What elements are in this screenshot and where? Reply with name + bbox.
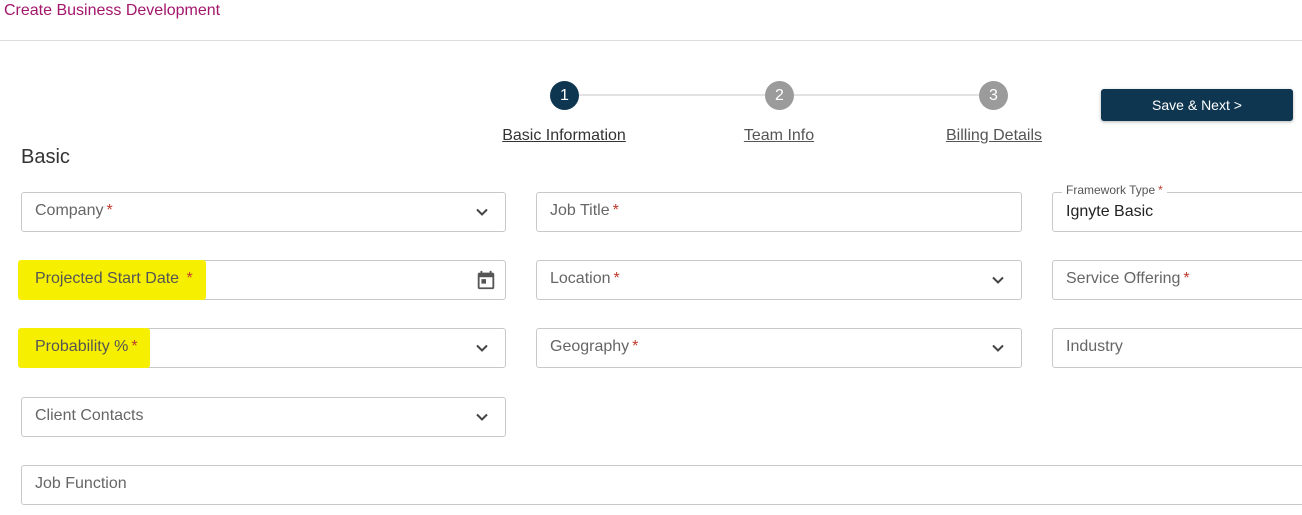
location-select[interactable]: Location * xyxy=(536,260,1022,300)
chevron-down-icon xyxy=(992,276,1004,284)
step-3-label[interactable]: Billing Details xyxy=(946,127,1042,145)
projected-start-date-input[interactable]: Projected Start Date * xyxy=(18,260,506,300)
step-connector-1 xyxy=(579,94,765,96)
job-title-input[interactable]: Job Title * xyxy=(536,192,1022,232)
projected-start-date-placeholder: Projected Start Date * xyxy=(35,270,193,287)
job-function-input[interactable]: Job Function xyxy=(21,465,1302,505)
step-2-indicator[interactable]: 2 xyxy=(765,81,794,110)
client-contacts-placeholder: Client Contacts xyxy=(35,407,144,424)
location-placeholder: Location * xyxy=(550,270,620,287)
step-connector-2 xyxy=(794,94,979,96)
job-title-placeholder: Job Title * xyxy=(550,202,619,219)
framework-type-label: Framework Type * xyxy=(1062,183,1167,197)
chevron-down-icon xyxy=(992,344,1004,352)
client-contacts-select[interactable]: Client Contacts xyxy=(21,397,506,437)
step-3-indicator[interactable]: 3 xyxy=(979,81,1008,110)
geography-placeholder: Geography * xyxy=(550,338,639,355)
header-divider xyxy=(0,40,1302,41)
step-1-label[interactable]: Basic Information xyxy=(502,127,626,145)
chevron-down-icon xyxy=(476,344,488,352)
calendar-icon[interactable] xyxy=(475,269,497,291)
probability-placeholder: Probability % * xyxy=(35,338,138,355)
job-function-placeholder: Job Function xyxy=(35,475,127,492)
step-2-label[interactable]: Team Info xyxy=(744,127,814,145)
save-next-button[interactable]: Save & Next > xyxy=(1101,89,1293,121)
framework-type-field[interactable]: Framework Type * Ignyte Basic xyxy=(1052,183,1302,232)
page-title: Create Business Development xyxy=(4,2,221,19)
chevron-down-icon xyxy=(476,208,488,216)
company-select[interactable]: Company * xyxy=(21,192,506,232)
industry-select[interactable]: Industry xyxy=(1052,328,1302,368)
service-offering-placeholder: Service Offering * xyxy=(1066,270,1190,287)
industry-placeholder: Industry xyxy=(1066,338,1123,355)
framework-type-value: Ignyte Basic xyxy=(1066,203,1154,220)
service-offering-select[interactable]: Service Offering * xyxy=(1052,260,1302,300)
company-placeholder: Company * xyxy=(35,202,113,219)
geography-select[interactable]: Geography * xyxy=(536,328,1022,368)
probability-select[interactable]: Probability % * xyxy=(18,328,506,368)
step-1-indicator[interactable]: 1 xyxy=(550,81,579,110)
chevron-down-icon xyxy=(476,413,488,421)
section-title: Basic xyxy=(21,146,70,168)
